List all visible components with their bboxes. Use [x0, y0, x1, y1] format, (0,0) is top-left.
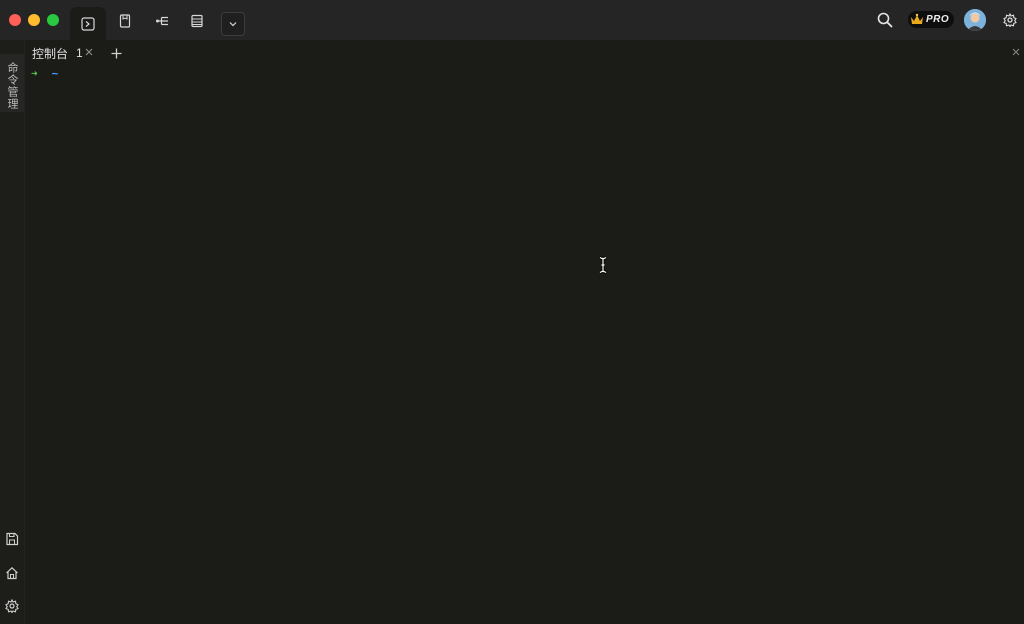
- prompt-arrow: ➜: [31, 66, 38, 80]
- list-view-button[interactable]: [185, 9, 209, 33]
- save-button[interactable]: [3, 530, 21, 548]
- list-icon: [191, 14, 203, 28]
- panel-close-button[interactable]: [1010, 46, 1022, 58]
- add-tab-button[interactable]: [108, 45, 124, 61]
- tab-close-button[interactable]: [83, 46, 95, 58]
- title-bar: PRO: [0, 0, 1024, 40]
- terminal-icon: [81, 16, 95, 31]
- terminal-area[interactable]: ➜ ~: [24, 66, 1024, 624]
- window-close-button[interactable]: [9, 14, 21, 26]
- tab-number: 1: [76, 46, 83, 60]
- search-button[interactable]: [874, 9, 896, 31]
- save-icon: [6, 532, 19, 546]
- window-minimize-button[interactable]: [28, 14, 40, 26]
- avatar[interactable]: [964, 9, 986, 31]
- gear-icon: [5, 599, 19, 613]
- text-cursor-icon: [599, 256, 607, 274]
- home-button[interactable]: [3, 564, 21, 582]
- settings-button[interactable]: [999, 9, 1021, 31]
- tree-view-button[interactable]: [150, 9, 174, 33]
- close-icon: [85, 48, 93, 56]
- file-view-button[interactable]: [113, 9, 137, 33]
- file-icon: [119, 14, 131, 28]
- left-sidebar: 命令管理: [0, 40, 25, 624]
- tree-icon: [156, 16, 168, 26]
- more-views-dropdown[interactable]: [221, 12, 245, 36]
- chevron-down-icon: [229, 22, 237, 27]
- window-maximize-button[interactable]: [47, 14, 59, 26]
- tab-label: 控制台: [32, 46, 69, 61]
- pro-badge-label: PRO: [926, 14, 950, 25]
- pro-badge[interactable]: PRO: [908, 11, 954, 28]
- command-manager-tab[interactable]: 命令管理: [0, 54, 24, 112]
- terminal-prompt: ➜ ~: [31, 66, 58, 80]
- gear-icon: [1003, 13, 1017, 27]
- command-manager-label: 命令管理: [6, 62, 18, 110]
- prompt-directory: ~: [51, 66, 59, 80]
- sidebar-settings-button[interactable]: [3, 597, 21, 615]
- terminal-view-button[interactable]: [70, 7, 106, 40]
- terminal-tab-strip: 控制台 1: [24, 40, 1024, 66]
- search-icon: [877, 12, 893, 28]
- close-icon: [1012, 48, 1020, 56]
- home-icon: [6, 566, 18, 580]
- crown-icon: [908, 11, 926, 28]
- plus-icon: [111, 48, 121, 58]
